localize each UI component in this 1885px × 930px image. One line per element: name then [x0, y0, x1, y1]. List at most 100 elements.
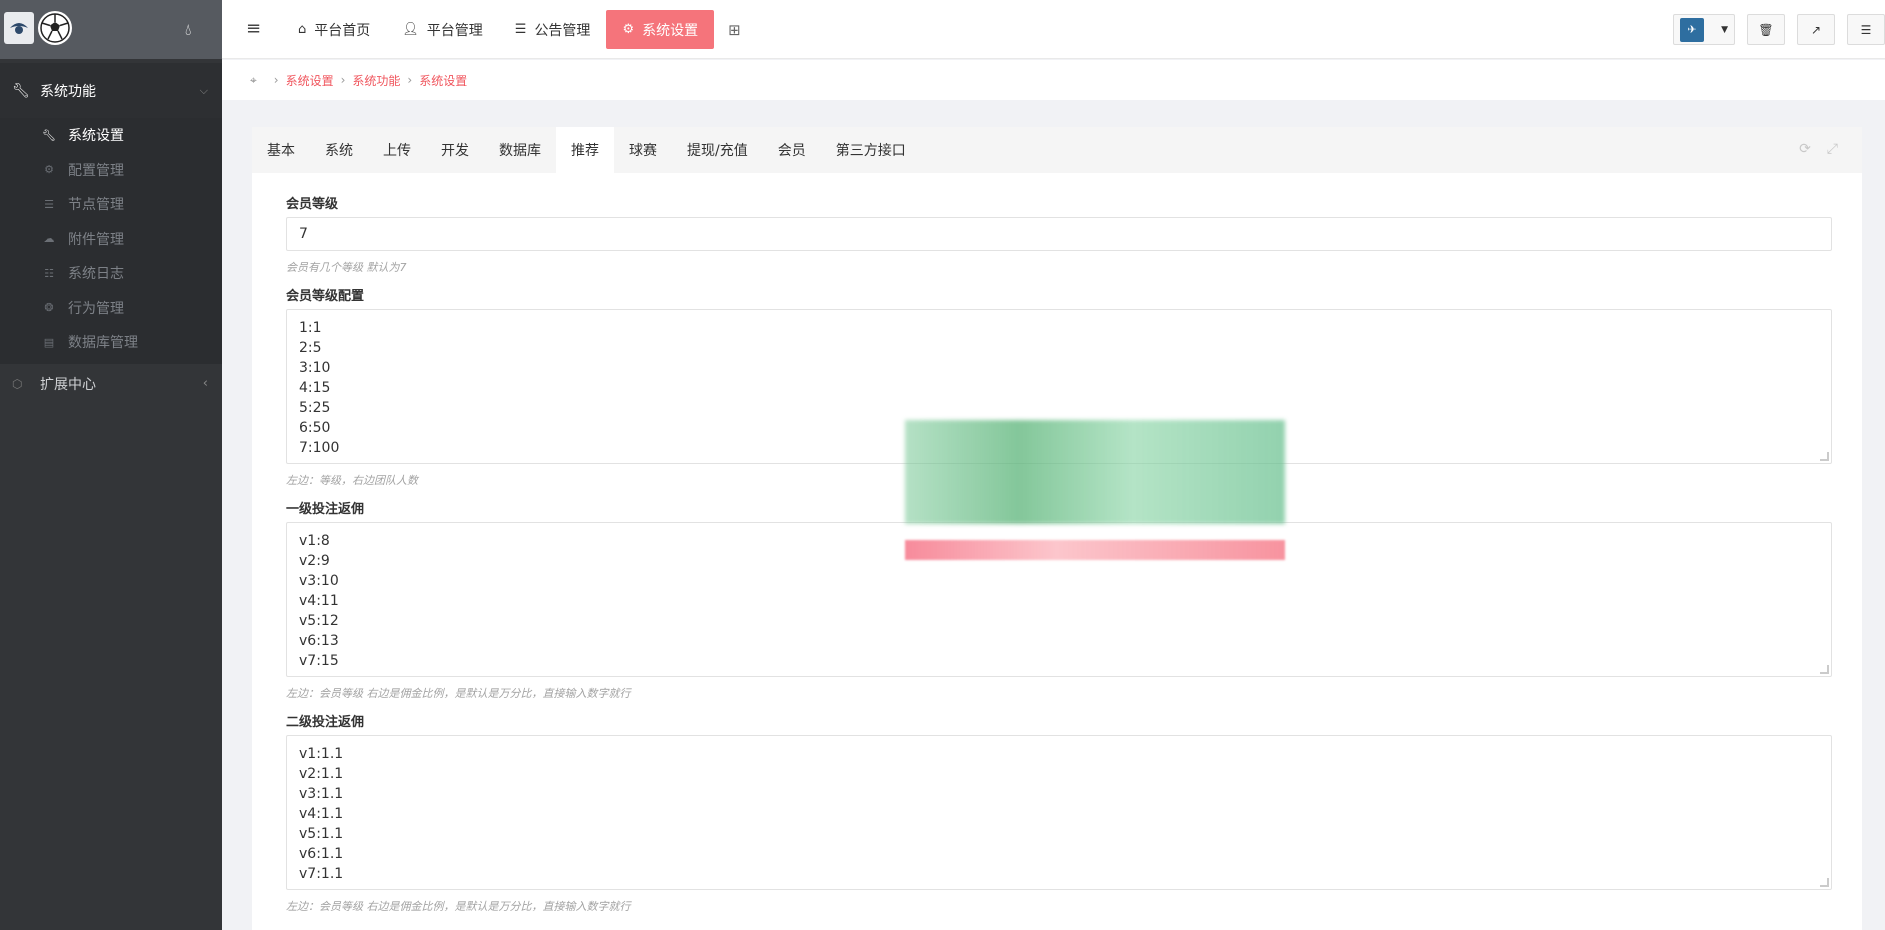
first-rebate-textarea[interactable]: v1:8 v2:9 v3:10 v4:11 v5:12 v6:13 v7:15 [286, 522, 1832, 677]
caret-down-icon: ▼ [1721, 24, 1728, 35]
logo-emblem[interactable] [4, 12, 34, 44]
wrench-icon: 🔧︎ [42, 128, 56, 142]
settings-panel-button[interactable]: ☰ [1847, 14, 1885, 45]
level-config-textarea[interactable]: 1:1 2:5 3:10 4:15 5:25 6:50 7:100 [286, 309, 1832, 464]
field-label: 会员等级 [286, 197, 339, 212]
textarea-line: 7:100 [299, 440, 340, 456]
textarea-line: 6:50 [299, 420, 331, 436]
textarea-line: 3:10 [299, 360, 331, 376]
sidebar-item-label: 系统设置 [68, 128, 124, 145]
toolbar-right: ✈ ▼ 🗑︎ ↗ ☰ [1673, 14, 1885, 45]
sidebar-item-attachments[interactable]: ☁ 附件管理 [0, 222, 222, 257]
resize-grip-icon[interactable] [1820, 878, 1829, 887]
settings-form: 会员等级 7 会员有几个等级 默认为7 会员等级配置 1:1 2:5 3:10 … [252, 173, 1862, 913]
tab-basic[interactable]: 基本 [252, 127, 310, 173]
nav-label: 系统设置 [642, 22, 699, 39]
field-label: 一级投注返佣 [286, 502, 365, 517]
external-link-icon: ↗ [1810, 22, 1822, 37]
sidebar-item-nodes[interactable]: ☰ 节点管理 [0, 187, 222, 222]
menu-toggle-icon[interactable]: ≡ [246, 18, 261, 39]
user-icon: 👤︎ [402, 22, 419, 37]
top-nav: ⌂ 平台首页 👤︎ 平台管理 ☰ 公告管理 ⚙ 系统设置 ⊞ [282, 10, 741, 49]
clear-cache-button[interactable]: 🗑︎ [1747, 14, 1785, 45]
settings-tabs: 基本 系统 上传 开发 数据库 推荐 球赛 提现/充值 会员 第三方接口 ⟳ ⤢ [252, 127, 1862, 173]
nav-label: 平台管理 [426, 22, 483, 39]
sidebar-submenu: 🔧︎ 系统设置 ⚙ 配置管理 ☰ 节点管理 ☁ 附件管理 ☷ 系统日志 ❂ 行为… [0, 118, 222, 364]
open-site-button[interactable]: ↗ [1797, 14, 1835, 45]
second-rebate-textarea[interactable]: v1:1.1 v2:1.1 v3:1.1 v4:1.1 v5:1.1 v6:1.… [286, 735, 1832, 890]
nav-platform-home[interactable]: ⌂ 平台首页 [282, 10, 386, 49]
breadcrumb-separator: › [340, 73, 346, 87]
tab-third-party[interactable]: 第三方接口 [821, 127, 921, 173]
breadcrumb-link[interactable]: 系统功能 [352, 72, 400, 89]
sidebar-item-config[interactable]: ⚙ 配置管理 [0, 153, 222, 188]
member-level-input[interactable]: 7 [286, 217, 1832, 251]
tab-system[interactable]: 系统 [310, 127, 368, 173]
tab-matches[interactable]: 球赛 [614, 127, 672, 173]
tab-referral[interactable]: 推荐 [556, 127, 614, 173]
top-navbar: ≡ ⌂ 平台首页 👤︎ 平台管理 ☰ 公告管理 ⚙ 系统设置 ⊞ ✈ ▼ 🗑︎ … [222, 0, 1885, 59]
nav-label: 平台首页 [314, 22, 371, 39]
wrench-icon: 🔧︎ [12, 82, 30, 99]
tab-withdraw-recharge[interactable]: 提现/充值 [672, 127, 763, 173]
list-alt-icon: ☰ [514, 22, 527, 37]
location-pin-icon: ⌖ [250, 72, 257, 87]
nav-system-settings[interactable]: ⚙ 系统设置 [606, 10, 715, 49]
home-icon: ⌂ [298, 22, 307, 37]
cube-icon: ⬡ [12, 376, 23, 391]
resize-grip-icon[interactable] [1820, 665, 1829, 674]
bug-icon: ❂ [44, 301, 54, 315]
tab-database[interactable]: 数据库 [484, 127, 556, 173]
apps-grid-icon[interactable]: ⊞ [714, 10, 741, 49]
sidebar-group-system[interactable]: 🔧︎ 系统功能 ⌵ [0, 63, 222, 118]
breadcrumb: ⌖ › 系统设置 › 系统功能 › 系统设置 [222, 60, 1885, 100]
refresh-icon[interactable]: ⟳ [1799, 141, 1811, 157]
field-help: 左边：会员等级 右边是佣金比例，是默认是万分比，直接输入数字就行 [286, 687, 631, 700]
nav-platform-manage[interactable]: 👤︎ 平台管理 [386, 10, 499, 49]
textarea-line: v7:1.1 [299, 866, 344, 882]
theme-drop-icon[interactable]: 💧︎ [185, 20, 191, 40]
textarea-line: v6:1.1 [299, 846, 344, 862]
resize-grip-icon[interactable] [1820, 452, 1829, 461]
cloud-icon: ☁ [43, 232, 55, 246]
breadcrumb-separator: › [273, 73, 279, 87]
gear-icon: ⚙ [622, 22, 635, 37]
nav-label: 公告管理 [534, 22, 591, 39]
chevron-left-icon: ‹ [202, 376, 208, 391]
tab-upload[interactable]: 上传 [368, 127, 426, 173]
sidebar-item-system-settings[interactable]: 🔧︎ 系统设置 [0, 118, 222, 153]
textarea-line: v3:10 [299, 573, 339, 589]
textarea-line: 2:5 [299, 340, 322, 356]
list-icon: ☰ [44, 197, 54, 211]
tab-tools: ⟳ ⤢ [1799, 141, 1838, 157]
sidebar-item-label: 数据库管理 [68, 335, 138, 352]
sidebar-item-behavior[interactable]: ❂ 行为管理 [0, 291, 222, 326]
tab-develop[interactable]: 开发 [426, 127, 484, 173]
breadcrumb-link[interactable]: 系统设置 [286, 72, 334, 89]
user-menu-button[interactable]: ✈ ▼ [1673, 14, 1735, 45]
field-help: 左边：会员等级 右边是佣金比例，是默认是万分比，直接输入数字就行 [286, 900, 631, 913]
textarea-line: 4:15 [299, 380, 331, 396]
sidebar-group-extensions[interactable]: ⬡ 扩展中心 ‹ [0, 364, 222, 404]
textarea-line: v1:8 [299, 533, 330, 549]
trash-icon: 🗑︎ [1758, 22, 1774, 37]
textarea-line: v2:1.1 [299, 766, 344, 782]
sliders-icon: ☰ [1860, 22, 1872, 37]
textarea-line: v2:9 [299, 553, 330, 569]
field-label: 二级投注返佣 [286, 715, 365, 730]
nav-announcements[interactable]: ☰ 公告管理 [499, 10, 607, 49]
textarea-line: 1:1 [299, 320, 322, 336]
sidebar-item-logs[interactable]: ☷ 系统日志 [0, 256, 222, 291]
sidebar-item-label: 节点管理 [68, 197, 124, 214]
field-help: 会员有几个等级 默认为7 [286, 261, 407, 274]
cogs-icon: ⚙ [44, 163, 54, 177]
fullscreen-icon[interactable]: ⤢ [1827, 141, 1838, 157]
breadcrumb-link[interactable]: 系统设置 [419, 72, 467, 89]
tab-member[interactable]: 会员 [763, 127, 821, 173]
textarea-line: v4:11 [299, 593, 339, 609]
sidebar-item-database[interactable]: ▤ 数据库管理 [0, 325, 222, 360]
soccer-ball-logo[interactable] [38, 11, 72, 45]
sidebar-header: 💧︎ [0, 0, 222, 59]
breadcrumb-separator: › [407, 73, 413, 87]
sidebar-item-label: 行为管理 [68, 300, 124, 317]
